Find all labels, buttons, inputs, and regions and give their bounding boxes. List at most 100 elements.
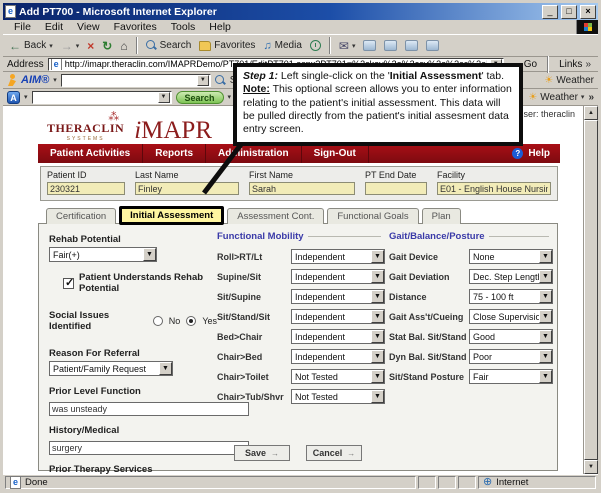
weather-button[interactable]: Weather [528,92,584,103]
aim-search-input[interactable] [61,74,211,87]
nav-sign-out[interactable]: Sign-Out [302,144,369,163]
dropdown-arrow-icon[interactable] [371,390,384,403]
dropdown-arrow-icon[interactable] [539,270,552,283]
back-button[interactable]: Back [6,39,56,53]
tab-certification[interactable]: Certification [46,208,116,224]
aim-brand-label[interactable]: AIM® [21,74,49,86]
chair-toilet-select[interactable]: Not Tested [291,369,385,384]
history-button[interactable] [307,39,324,52]
edit-button[interactable] [381,39,400,52]
dropdown-arrow-icon[interactable] [371,250,384,263]
cancel-button[interactable]: Cancel [306,445,362,461]
dropdown-arrow-icon[interactable] [539,350,552,363]
mail-dropdown-icon[interactable] [352,42,356,50]
understands-rehab-checkbox[interactable] [63,278,74,289]
dropdown-arrow-icon[interactable] [371,330,384,343]
chair-tub-shvr-select[interactable]: Not Tested [291,389,385,404]
toolbar-overflow-icon[interactable] [588,92,594,103]
extra-search-dropdown-icon[interactable] [158,92,170,103]
bed-chair-select[interactable]: Independent [291,329,385,344]
dropdown-arrow-icon[interactable] [539,330,552,343]
links-button[interactable]: Links [556,58,594,71]
scroll-up-icon[interactable] [584,106,598,120]
dropdown-arrow-icon[interactable] [539,370,552,383]
mail-button[interactable] [336,39,359,53]
vertical-scrollbar[interactable] [583,106,598,474]
scroll-down-icon[interactable] [584,460,598,474]
dropdown-arrow-icon[interactable] [371,290,384,303]
forward-button[interactable] [58,39,83,53]
sit-supine-select[interactable]: Independent [291,289,385,304]
dropdown-arrow-icon[interactable] [371,270,384,283]
roll-rt-lt-select[interactable]: Independent [291,249,385,264]
social-yes-radio[interactable] [186,316,196,326]
extra-search-more-icon[interactable] [228,93,232,101]
aim-weather-button[interactable]: Weather [544,75,594,86]
dropdown-arrow-icon[interactable] [539,310,552,323]
dropdown-arrow-icon[interactable] [371,370,384,383]
social-no-radio[interactable] [153,316,163,326]
favorites-button[interactable]: Favorites [196,39,258,52]
stat-bal-select[interactable]: Good [469,329,553,344]
minimize-button[interactable] [542,5,558,19]
menu-tools[interactable]: Tools [164,21,203,33]
dropdown-arrow-icon[interactable] [539,290,552,303]
nav-help[interactable]: Help [512,148,560,159]
menu-edit[interactable]: Edit [38,21,70,33]
scrollbar-thumb[interactable] [584,120,598,460]
chair-bed-select[interactable]: Independent [291,349,385,364]
security-zone-panel: Internet [478,476,596,489]
dropdown-arrow-icon[interactable] [159,362,172,375]
tab-plan[interactable]: Plan [422,208,461,224]
discuss-button[interactable] [402,39,421,52]
reason-referral-select[interactable]: Patient/Family Request [49,361,173,376]
maximize-button[interactable] [561,5,577,19]
menu-favorites[interactable]: Favorites [107,21,164,33]
nav-patient-activities[interactable]: Patient Activities [38,144,143,163]
nav-reports[interactable]: Reports [143,144,206,163]
distance-select[interactable]: 75 - 100 ft [469,289,553,304]
patient-id-input[interactable] [47,182,125,195]
first-name-input[interactable] [249,182,355,195]
gait-deviation-select[interactable]: Dec. Step Length [469,269,553,284]
pt-end-date-input[interactable] [365,182,427,195]
dropdown-arrow-icon[interactable] [539,250,552,263]
media-button[interactable]: Media [260,39,305,53]
home-button[interactable] [117,39,130,53]
tab-functional-goals[interactable]: Functional Goals [327,208,418,224]
supine-sit-select[interactable]: Independent [291,269,385,284]
tab-assessment-cont[interactable]: Assessment Cont. [227,208,324,224]
weather-dropdown-icon[interactable] [581,93,585,101]
aim-search-dropdown-icon[interactable] [197,75,209,86]
sit-stand-posture-select[interactable]: Fair [469,369,553,384]
last-name-input[interactable] [135,182,239,195]
refresh-button[interactable] [99,39,115,53]
extra-search-button[interactable]: Search [176,91,224,104]
stop-button[interactable] [84,39,97,53]
aim-dropdown-icon[interactable] [53,76,57,84]
gait-asst-cueing-select[interactable]: Close Supervision [469,309,553,324]
dropdown-arrow-icon[interactable] [371,310,384,323]
toolbar-brand-icon[interactable] [7,91,20,104]
menu-help[interactable]: Help [202,21,238,33]
forward-dropdown-icon[interactable] [76,42,80,50]
gait-device-select[interactable]: None [469,249,553,264]
save-button[interactable]: Save [234,445,290,461]
messenger-button[interactable] [423,39,442,52]
search-button[interactable]: Search [143,39,195,52]
dyn-bal-select[interactable]: Poor [469,349,553,364]
menu-view[interactable]: View [70,21,107,33]
extra-search-input[interactable] [32,91,172,104]
print-button[interactable] [360,39,379,52]
brand-dropdown-icon[interactable] [24,93,28,101]
rehab-potential-select[interactable]: Fair(+) [49,247,157,262]
close-button[interactable] [580,5,596,19]
menu-file[interactable]: File [7,21,38,33]
facility-input[interactable] [437,182,551,195]
dropdown-arrow-icon[interactable] [143,248,156,261]
dropdown-arrow-icon[interactable] [371,350,384,363]
back-dropdown-icon[interactable] [49,42,53,50]
nav-administration[interactable]: Administration [206,144,302,163]
tab-initial-assessment[interactable]: Initial Assessment [119,206,224,225]
sit-stand-sit-select[interactable]: Independent [291,309,385,324]
